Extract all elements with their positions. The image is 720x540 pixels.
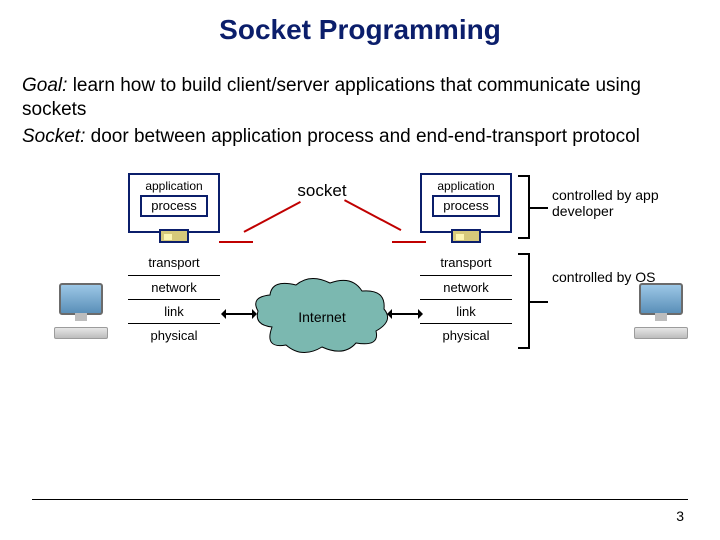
layer-link: link <box>420 299 512 323</box>
internet-label: Internet <box>252 309 392 325</box>
layer-transport: transport <box>128 251 220 275</box>
socket-def-label: Socket: <box>22 126 85 147</box>
internet-cloud: Internet <box>252 277 392 355</box>
socket-icon <box>159 229 189 243</box>
application-label: application <box>130 179 218 193</box>
application-box: application process <box>128 173 220 233</box>
layer-link: link <box>128 299 220 323</box>
protocol-stack-left: application process transport network li… <box>128 173 220 347</box>
annotation-app-developer: controlled by app developer <box>552 187 672 219</box>
layer-physical: physical <box>420 323 512 347</box>
connector-line <box>530 301 548 303</box>
slide-title: Socket Programming <box>0 0 720 46</box>
connector-line <box>530 207 548 209</box>
goal-label: Goal: <box>22 75 67 96</box>
layer-physical: physical <box>128 323 220 347</box>
socket-line: Socket: door between application process… <box>22 125 698 149</box>
connector-line <box>344 199 401 231</box>
process-box: process <box>140 195 208 217</box>
footer-divider <box>32 499 688 500</box>
application-box: application process <box>420 173 512 233</box>
connector-line <box>243 201 300 233</box>
double-arrow-icon <box>388 313 422 315</box>
layer-network: network <box>420 275 512 299</box>
socket-diagram: application process transport network li… <box>0 173 720 413</box>
bracket-icon <box>520 253 530 349</box>
computer-icon <box>630 283 692 343</box>
layer-transport: transport <box>420 251 512 275</box>
double-arrow-icon <box>222 313 256 315</box>
protocol-stack-right: application process transport network li… <box>420 173 512 347</box>
application-label: application <box>422 179 510 193</box>
annotation-os: controlled by OS <box>552 269 662 285</box>
socket-header-label: socket <box>252 181 392 201</box>
process-box: process <box>432 195 500 217</box>
intro-block: Goal: learn how to build client/server a… <box>0 46 720 149</box>
goal-text: learn how to build client/server applica… <box>22 75 641 120</box>
layer-network: network <box>128 275 220 299</box>
socket-icon <box>451 229 481 243</box>
bracket-icon <box>520 175 530 239</box>
connector-line <box>219 241 253 243</box>
page-number: 3 <box>676 508 684 524</box>
socket-def-text: door between application process and end… <box>85 126 640 147</box>
goal-line: Goal: learn how to build client/server a… <box>22 74 698 123</box>
computer-icon <box>50 283 112 343</box>
